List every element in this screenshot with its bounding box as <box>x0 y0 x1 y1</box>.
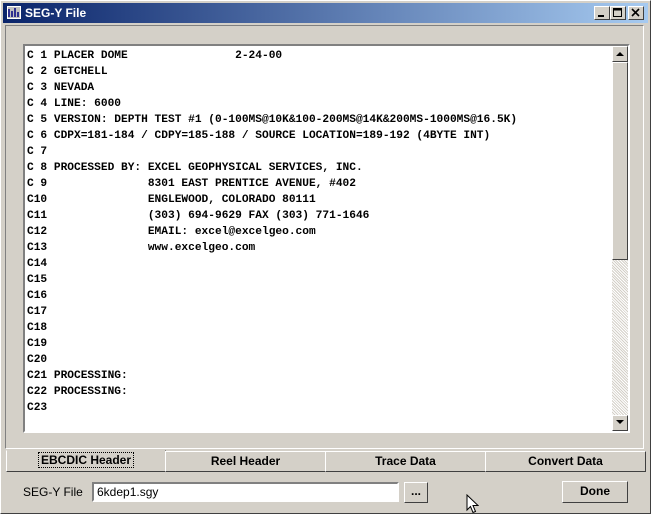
ebcdic-line: C 9 8301 EAST PRENTICE AVENUE, #402 <box>27 178 356 190</box>
mouse-cursor-icon <box>466 494 479 514</box>
ebcdic-line: C18 <box>27 322 48 334</box>
ebcdic-line: C 5 VERSION: DEPTH TEST #1 (0-100MS@10K&… <box>27 114 518 126</box>
ebcdic-line: C10 ENGLEWOOD, COLORADO 80111 <box>27 194 316 206</box>
tab-convert-data[interactable]: Convert Data <box>485 451 646 472</box>
ebcdic-line: C 7 <box>27 146 48 158</box>
ebcdic-line: C13 www.excelgeo.com <box>27 242 256 254</box>
tab-strip: EBCDIC Header Reel Header Trace Data Con… <box>5 450 648 473</box>
ebcdic-lines: C 1 PLACER DOME 2-24-00 C 2 GETCHELL C 3 N… <box>27 48 611 416</box>
title-bar[interactable]: SEG-Y File <box>3 3 648 23</box>
segy-file-input[interactable] <box>92 482 399 502</box>
close-button[interactable] <box>628 6 644 20</box>
seismic-app-icon <box>7 6 21 19</box>
ebcdic-line: C23 <box>27 402 48 414</box>
ebcdic-line: C12 EMAIL: excel@excelgeo.com <box>27 226 316 238</box>
scroll-up-arrow-icon <box>616 52 624 56</box>
browse-button[interactable]: ... <box>404 482 428 503</box>
ebcdic-line: C14 <box>27 258 48 270</box>
ebcdic-line: C21 PROCESSING: <box>27 370 128 382</box>
ebcdic-line: C 8 PROCESSED BY: EXCEL GEOPHYSICAL SERV… <box>27 162 363 174</box>
ebcdic-line: C 6 CDPX=181-184 / CDPY=185-188 / SOURCE… <box>27 130 491 142</box>
minimize-icon <box>598 15 604 17</box>
ebcdic-line: C 2 GETCHELL <box>27 66 108 78</box>
tab-ebcdic-header-label: EBCDIC Header <box>37 452 135 468</box>
minimize-button[interactable] <box>594 6 610 20</box>
vertical-scrollbar[interactable] <box>612 46 628 431</box>
ebcdic-line: C20 <box>27 354 48 366</box>
segy-file-label: SEG-Y File <box>23 485 83 499</box>
ebcdic-header-textbox[interactable]: C 1 PLACER DOME 2-24-00 C 2 GETCHELL C 3 N… <box>23 44 630 433</box>
maximize-button[interactable] <box>610 6 626 20</box>
segy-file-window: SEG-Y File C 1 PLACER DOME 2-24-00 C 2 GE… <box>0 0 651 514</box>
tab-convert-data-label: Convert Data <box>528 454 603 468</box>
tab-reel-header[interactable]: Reel Header <box>165 451 326 472</box>
ebcdic-line: C22 PROCESSING: <box>27 386 128 398</box>
scroll-thumb[interactable] <box>612 62 628 260</box>
ebcdic-line: C15 <box>27 274 48 286</box>
scroll-down-arrow-icon <box>616 420 624 424</box>
done-button[interactable]: Done <box>562 481 628 503</box>
scroll-up-button[interactable] <box>612 46 628 62</box>
ebcdic-line: C 1 PLACER DOME 2-24-00 <box>27 50 283 62</box>
maximize-icon <box>613 8 622 17</box>
ebcdic-line: C 4 LINE: 6000 <box>27 98 121 110</box>
ebcdic-line: C 3 NEVADA <box>27 82 95 94</box>
tab-ebcdic-header[interactable]: EBCDIC Header <box>6 450 166 472</box>
ebcdic-line: C19 <box>27 338 48 350</box>
tab-reel-header-label: Reel Header <box>210 454 281 468</box>
close-icon <box>631 8 640 17</box>
scroll-down-button[interactable] <box>612 415 628 431</box>
ebcdic-line: C11 (303) 694-9629 FAX (303) 771-1646 <box>27 210 370 222</box>
window-title: SEG-Y File <box>25 6 87 20</box>
ebcdic-line: C17 <box>27 306 48 318</box>
ebcdic-line: C16 <box>27 290 48 302</box>
tab-trace-data-label: Trace Data <box>375 454 436 468</box>
tab-trace-data[interactable]: Trace Data <box>325 451 486 472</box>
